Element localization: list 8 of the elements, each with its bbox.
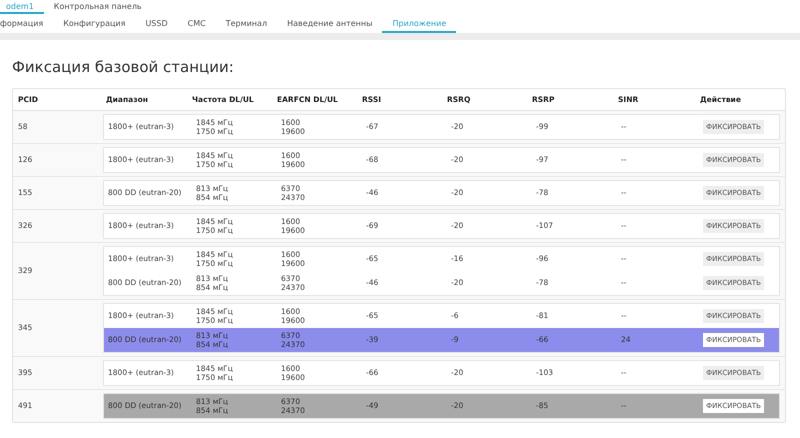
- tab[interactable]: Конфигурация: [53, 16, 136, 33]
- tab[interactable]: Наведение антенны: [277, 16, 382, 33]
- tab[interactable]: Терминал: [216, 16, 278, 33]
- tab[interactable]: формация: [0, 16, 54, 33]
- page-title: Фиксация базовой станции:: [12, 58, 235, 78]
- tab[interactable]: Контрольная панель: [44, 0, 152, 14]
- tab[interactable]: СМС: [178, 16, 216, 33]
- tab[interactable]: USSD: [135, 16, 178, 33]
